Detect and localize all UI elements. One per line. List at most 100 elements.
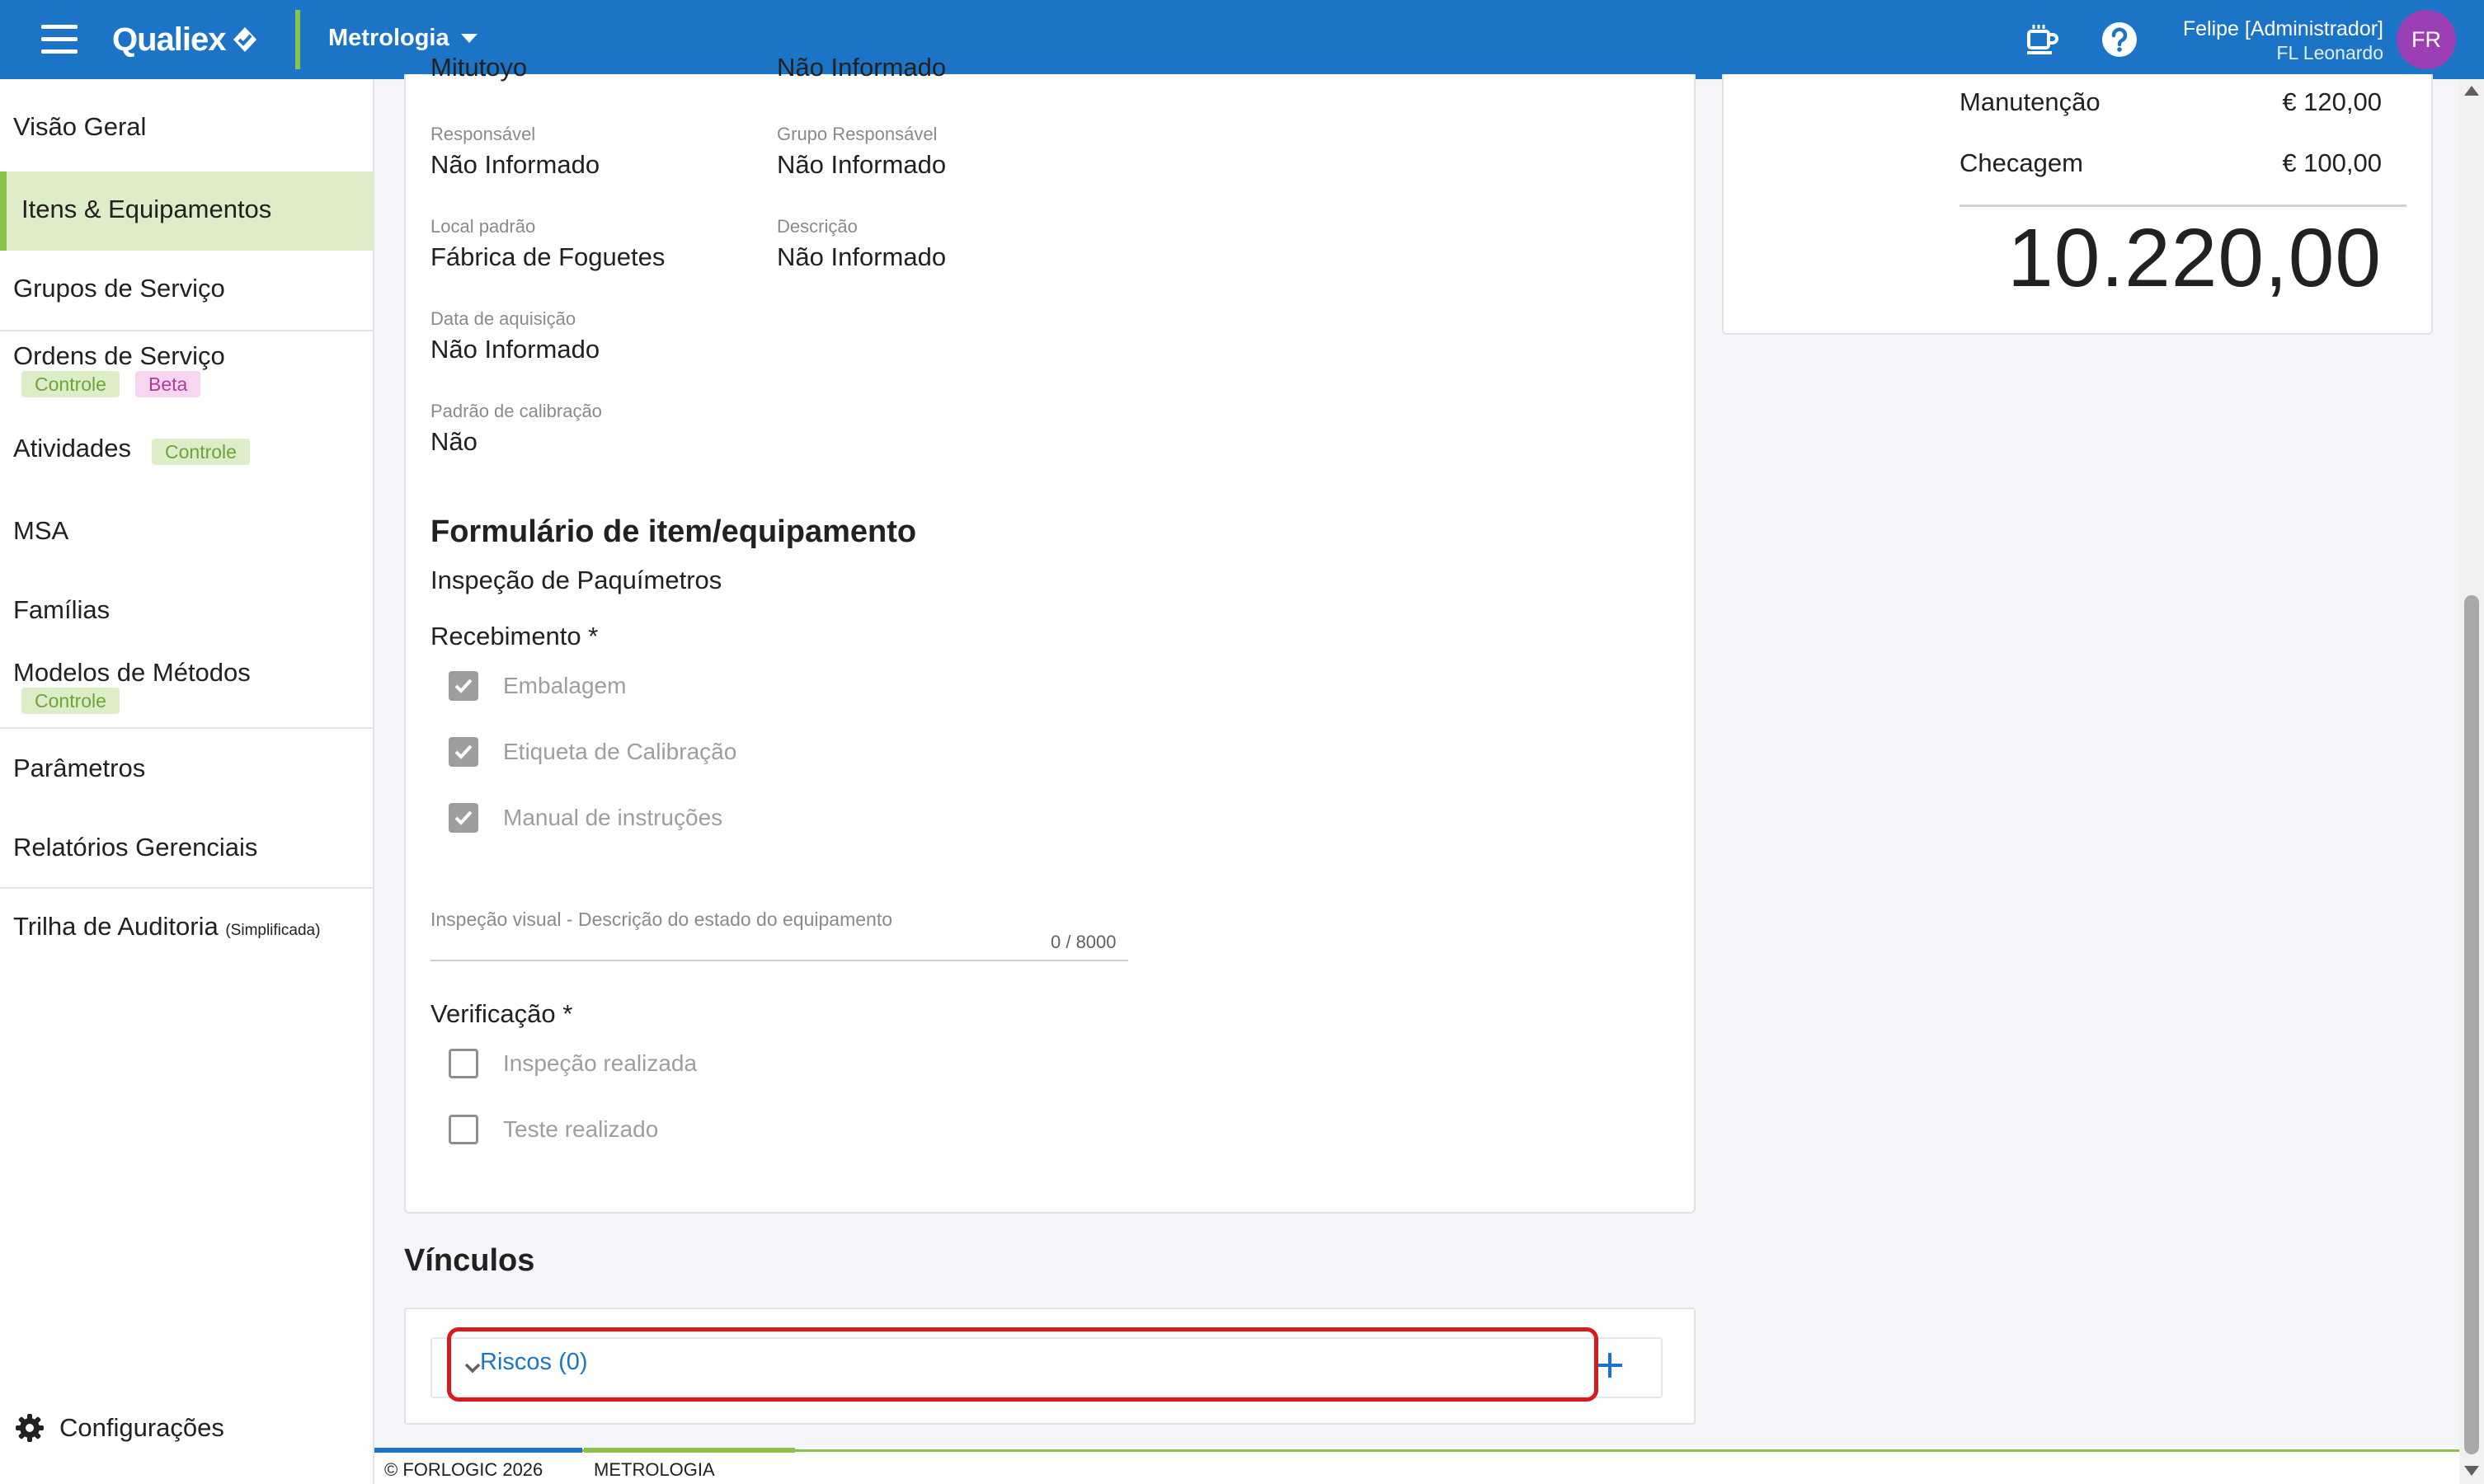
checkbox-teste[interactable]: Teste realizado: [449, 1115, 658, 1144]
cost-amount: € 100,00: [2282, 148, 2382, 177]
checkbox-etiqueta[interactable]: Etiqueta de Calibração: [449, 737, 736, 767]
receiving-label: Recebimento *: [430, 622, 599, 650]
total-value: 10.220,00: [2007, 212, 2382, 304]
checkbox-manual[interactable]: Manual de instruções: [449, 803, 722, 833]
settings-label: Configurações: [59, 1413, 224, 1442]
caret-down-icon: [460, 34, 478, 43]
sidebar-item-atividades[interactable]: Atividades Controle: [0, 434, 374, 473]
checkbox-label: Teste realizado: [503, 1116, 659, 1142]
sidebar-item-grupos-servico[interactable]: Grupos de Serviço: [0, 274, 374, 310]
qualiex-logo[interactable]: Qualiex: [112, 18, 259, 61]
coffee-cup-icon[interactable]: [2022, 20, 2062, 59]
cut-value-text: Mitutoyo: [430, 53, 528, 82]
footer-module: METROLOGIA: [594, 1459, 715, 1480]
checkbox-label: Embalagem: [503, 673, 627, 698]
top-bar: Qualiex Metrologia Felipe [Administrador…: [0, 0, 2484, 79]
field-value: Não: [430, 427, 478, 456]
sidebar-item-label: Itens & Equipamentos: [21, 195, 272, 223]
module-selector[interactable]: Metrologia: [328, 25, 478, 52]
sidebar-divider: [0, 330, 374, 331]
sidebar-item-visao-geral[interactable]: Visão Geral: [0, 112, 374, 148]
cost-row-checagem: Checagem € 100,00: [1959, 148, 2382, 178]
sidebar-item-label: MSA: [13, 516, 69, 545]
footer: © FORLOGIC 2026 METROLOGIA: [374, 1448, 2459, 1484]
char-counter: 0 / 8000: [1051, 932, 1117, 952]
item-details-card: Mitutoyo Não Informado Responsável Não I…: [404, 53, 1696, 1214]
sidebar-item-label-wrap: Trilha de Auditoria (Simplificada): [13, 912, 320, 942]
sidebar-item-parametros[interactable]: Parâmetros: [0, 754, 374, 790]
checkbox-embalagem[interactable]: Embalagem: [449, 671, 626, 701]
sidebar: Visão Geral Itens & Equipamentos Grupos …: [0, 79, 374, 1484]
sidebar-item-label: Famílias: [13, 595, 111, 624]
footer-green-segment: [584, 1448, 795, 1453]
sidebar-item-label: Atividades: [13, 434, 132, 463]
verification-label: Verificação *: [430, 999, 573, 1028]
field-local-padrao: Local padrão Fábrica de Foguetes: [430, 216, 665, 274]
textarea-underline: [430, 960, 1128, 961]
field-label: Padrão de calibração: [430, 401, 602, 421]
user-info[interactable]: Felipe [Administrador] FL Leonardo: [2183, 16, 2383, 64]
cut-value-text: Não Informado: [777, 53, 947, 82]
user-company: FL Leonardo: [2276, 42, 2383, 63]
checkbox-unchecked-icon: [449, 1049, 478, 1078]
scrollbar-thumb[interactable]: [2464, 595, 2479, 1454]
field-label: Descrição: [777, 216, 858, 237]
scroll-down-icon[interactable]: [2464, 1466, 2479, 1476]
cut-value-left: Mitutoyo: [430, 53, 527, 86]
cost-label: Checagem: [1959, 148, 2083, 177]
field-value: Fábrica de Foguetes: [430, 242, 666, 271]
checkbox-checked-icon: [449, 803, 478, 833]
field-grupo-responsavel: Grupo Responsável Não Informado: [777, 124, 946, 181]
sidebar-item-label: Modelos de Métodos: [13, 658, 251, 687]
sidebar-item-itens-equipamentos[interactable]: Itens & Equipamentos: [0, 171, 374, 251]
hamburger-menu-icon[interactable]: [41, 25, 78, 54]
field-value: Não Informado: [430, 335, 600, 364]
controle-badge: Controle: [21, 688, 120, 714]
sidebar-item-label: Ordens de Serviço: [13, 341, 225, 370]
checkbox-checked-icon: [449, 671, 478, 701]
field-value: Não Informado: [777, 242, 947, 271]
scroll-up-icon[interactable]: [2464, 86, 2479, 96]
field-responsavel: Responsável Não Informado: [430, 124, 600, 181]
costs-card: Manutenção € 120,00 Checagem € 100,00 10…: [1722, 74, 2433, 335]
field-label: Local padrão: [430, 216, 536, 237]
sidebar-item-label: Parâmetros: [13, 754, 146, 782]
field-padrao-calibracao: Padrão de calibração Não: [430, 401, 602, 458]
sidebar-item-familias[interactable]: Famílias: [0, 595, 374, 632]
sidebar-item-label: Visão Geral: [13, 112, 147, 141]
checkbox-inspecao[interactable]: Inspeção realizada: [449, 1049, 697, 1078]
sidebar-item-msa[interactable]: MSA: [0, 516, 374, 552]
sidebar-item-label: Trilha de Auditoria: [13, 912, 219, 941]
field-label: Responsável: [430, 124, 536, 144]
links-title: Vínculos: [404, 1243, 535, 1278]
avatar[interactable]: FR: [2397, 10, 2456, 69]
sidebar-item-label: Relatórios Gerenciais: [13, 833, 258, 862]
cut-value-right: Não Informado: [777, 53, 946, 86]
sidebar-item-relatorios[interactable]: Relatórios Gerenciais: [0, 833, 374, 869]
gear-icon: [16, 1414, 44, 1442]
controle-badge: Controle: [21, 371, 120, 397]
beta-badge: Beta: [135, 371, 201, 397]
footer-copyright: © FORLOGIC 2026: [384, 1459, 543, 1480]
field-value: Não Informado: [430, 150, 600, 179]
sidebar-item-trilha-auditoria[interactable]: Trilha de Auditoria (Simplificada): [0, 912, 374, 948]
footer-blue-segment: [374, 1448, 582, 1453]
checkbox-label: Manual de instruções: [503, 805, 723, 830]
simplificada-note: (Simplificada): [225, 922, 321, 939]
sidebar-item-ordens-servico[interactable]: Ordens de Serviço Controle Beta: [0, 341, 374, 407]
field-value: Não Informado: [777, 150, 947, 179]
total-divider: [1959, 204, 2406, 207]
settings-button[interactable]: Configurações: [13, 1411, 224, 1444]
form-title: Formulário de item/equipamento: [430, 514, 917, 549]
help-icon[interactable]: [2100, 20, 2139, 59]
add-risk-icon[interactable]: [1593, 1349, 1626, 1382]
checkbox-checked-icon: [449, 737, 478, 767]
module-label: Metrologia: [328, 25, 449, 51]
highlight-box: [447, 1327, 1598, 1402]
field-descricao: Descrição Não Informado: [777, 216, 946, 274]
sidebar-item-modelos-metodos[interactable]: Modelos de Métodos Controle: [0, 658, 374, 724]
field-label: Data de aquisição: [430, 308, 576, 329]
field-label: Grupo Responsável: [777, 124, 938, 144]
controle-badge: Controle: [152, 439, 250, 465]
visual-inspection-textarea[interactable]: Inspeção visual - Descrição do estado do…: [430, 909, 892, 931]
